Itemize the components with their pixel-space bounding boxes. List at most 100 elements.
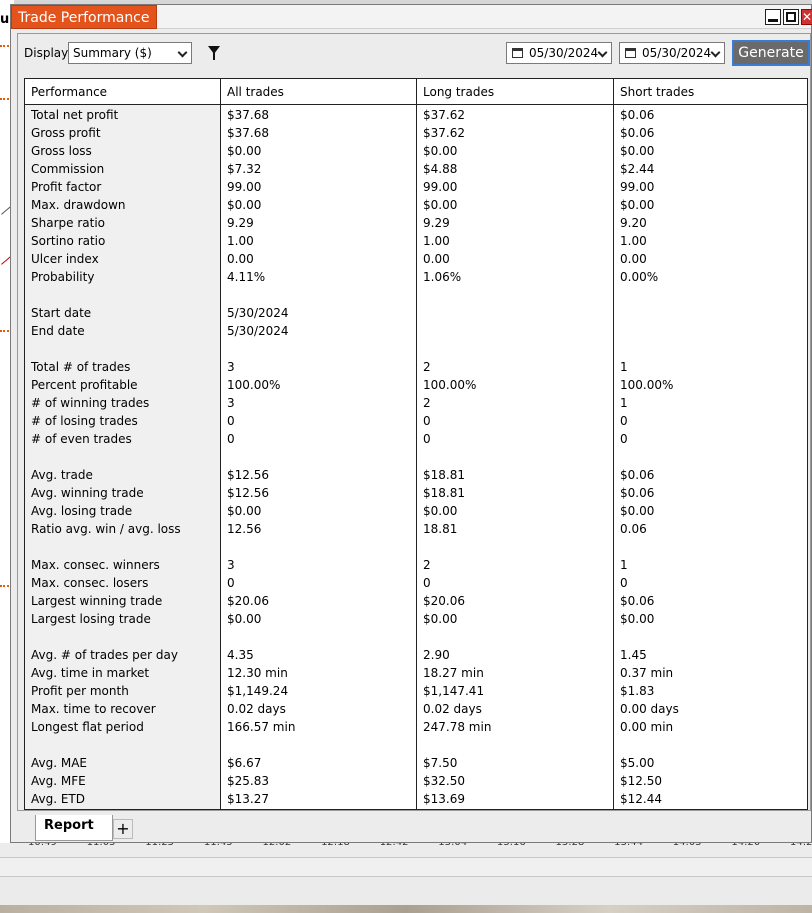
header-all-trades[interactable]: All trades — [227, 85, 284, 99]
row-value: 2 — [423, 396, 431, 410]
row-label: Ratio avg. win / avg. loss — [31, 522, 181, 536]
row-value: 5/30/2024 — [227, 324, 289, 338]
row-value: $18.81 — [423, 468, 465, 482]
row-value: $0.00 — [620, 504, 655, 518]
row-label: Ulcer index — [31, 252, 99, 266]
row-value: 0.00% — [620, 270, 659, 284]
row-value: $12.56 — [227, 468, 269, 482]
row-value: $18.81 — [423, 486, 465, 500]
time-axis-tick: 13:16 — [497, 843, 526, 848]
row-value: 100.00% — [423, 378, 477, 392]
row-value: 99.00 — [620, 180, 655, 194]
row-value: 9.20 — [620, 216, 647, 230]
row-value: 18.27 min — [423, 666, 484, 680]
row-value: 0 — [227, 414, 235, 428]
row-label: Avg. ETD — [31, 792, 86, 806]
row-label: Profit per month — [31, 684, 129, 698]
display-select-value: Summary ($) — [73, 46, 152, 60]
row-value: 1 — [620, 360, 628, 374]
row-value: 1.00 — [620, 234, 647, 248]
row-label: Probability — [31, 270, 95, 284]
time-axis-tick: 12:42 — [380, 843, 409, 848]
row-label: # of even trades — [31, 432, 132, 446]
row-label: Sortino ratio — [31, 234, 106, 248]
time-axis-tick: 12:18 — [321, 843, 350, 848]
row-value: 2.90 — [423, 648, 450, 662]
row-value: $7.32 — [227, 162, 262, 176]
row-value: $0.00 — [620, 612, 655, 626]
row-value: 2 — [423, 360, 431, 374]
row-value: $0.00 — [227, 612, 262, 626]
row-value: $6.67 — [227, 756, 262, 770]
row-value: 100.00% — [620, 378, 674, 392]
filter-icon[interactable] — [208, 46, 220, 60]
row-value: $0.06 — [620, 126, 655, 140]
row-label: # of losing trades — [31, 414, 138, 428]
row-label: Sharpe ratio — [31, 216, 105, 230]
time-axis-tick: 13:28 — [556, 843, 585, 848]
row-label: Largest winning trade — [31, 594, 163, 608]
row-value: 9.29 — [423, 216, 450, 230]
time-axis-tick: 14:20 — [731, 843, 760, 848]
row-value: 0.00 — [423, 252, 450, 266]
row-value: 0 — [620, 414, 628, 428]
row-value: $0.00 — [423, 504, 458, 518]
row-value: 2 — [423, 558, 431, 572]
header-short-trades[interactable]: Short trades — [620, 85, 694, 99]
chevron-down-icon — [710, 47, 721, 58]
row-label: Percent profitable — [31, 378, 138, 392]
maximize-icon[interactable] — [783, 9, 799, 25]
tab-report[interactable]: Report — [35, 815, 113, 841]
row-value: 12.30 min — [227, 666, 288, 680]
header-long-trades[interactable]: Long trades — [423, 85, 494, 99]
row-value: 3 — [227, 558, 235, 572]
date-to-picker[interactable]: 05/30/2024 — [619, 42, 725, 64]
row-value: 0 — [423, 414, 431, 428]
add-tab-button[interactable]: + — [113, 819, 133, 839]
row-value: $13.69 — [423, 792, 465, 806]
display-select[interactable]: Summary ($) — [68, 42, 192, 64]
toolbar: Display Summary ($) 05/30/2024 05/30/202… — [18, 34, 810, 74]
row-value: $0.00 — [620, 144, 655, 158]
row-label: Avg. time in market — [31, 666, 150, 680]
row-value: 0.06 — [620, 522, 647, 536]
row-label: Avg. # of trades per day — [31, 648, 178, 662]
row-value: $1,147.41 — [423, 684, 485, 698]
row-value: $0.06 — [620, 468, 655, 482]
row-value: 12.56 — [227, 522, 262, 536]
time-axis-tick: 13:04 — [438, 843, 467, 848]
time-axis-tick: 14:26 — [790, 843, 812, 848]
row-value: 3 — [227, 396, 235, 410]
row-value: $2.44 — [620, 162, 655, 176]
row-value: 4.11% — [227, 270, 266, 284]
row-value: $37.68 — [227, 108, 269, 122]
row-value: 99.00 — [423, 180, 458, 194]
row-value: $13.27 — [227, 792, 269, 806]
chart-scrollbar[interactable] — [0, 857, 812, 877]
time-axis-tick: 12:02 — [262, 843, 291, 848]
row-value: $0.00 — [227, 144, 262, 158]
row-value: $20.06 — [227, 594, 269, 608]
close-icon[interactable]: ✕ — [801, 9, 812, 25]
time-axis-tick: 11:45 — [204, 843, 233, 848]
row-value: 1.06% — [423, 270, 462, 284]
row-value: 0 — [227, 576, 235, 590]
row-label: Total # of trades — [31, 360, 131, 374]
header-performance[interactable]: Performance — [31, 85, 107, 99]
row-label: Longest flat period — [31, 720, 144, 734]
row-label: Commission — [31, 162, 105, 176]
generate-button[interactable]: Generate — [732, 40, 810, 66]
row-value: $0.00 — [423, 144, 458, 158]
row-value: $37.62 — [423, 126, 465, 140]
row-value: 166.57 min — [227, 720, 296, 734]
date-from-picker[interactable]: 05/30/2024 — [506, 42, 612, 64]
row-value: 1 — [620, 558, 628, 572]
row-value: $32.50 — [423, 774, 465, 788]
minimize-icon[interactable] — [765, 9, 781, 25]
row-value: $0.06 — [620, 108, 655, 122]
row-value: 0 — [620, 576, 628, 590]
row-label: Avg. trade — [31, 468, 93, 482]
row-value: 1.00 — [423, 234, 450, 248]
row-value: 247.78 min — [423, 720, 492, 734]
row-value: $1.83 — [620, 684, 655, 698]
